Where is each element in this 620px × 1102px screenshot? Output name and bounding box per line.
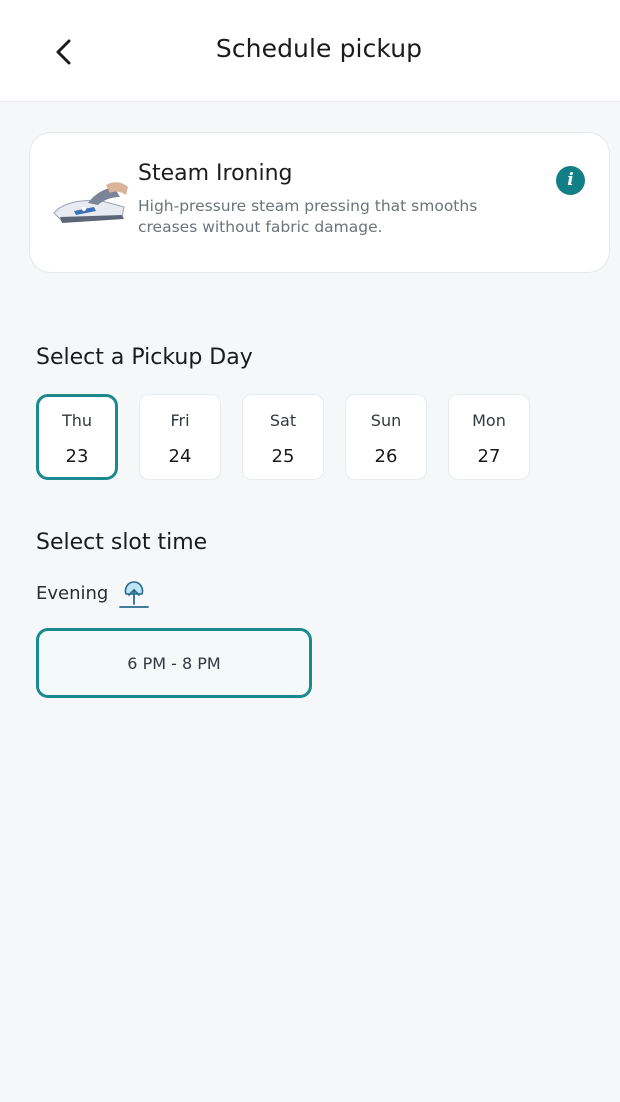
day-name: Sat	[269, 411, 297, 430]
service-name: Steam Ironing	[138, 161, 293, 186]
service-card: Steam Ironing High-pressure steam pressi…	[29, 132, 610, 273]
pickup-day-title: Select a Pickup Day	[36, 345, 253, 370]
day-name: Mon	[472, 411, 506, 430]
day-option-thu[interactable]: Thu 23	[36, 394, 118, 480]
service-description: High-pressure steam pressing that smooth…	[138, 197, 478, 236]
day-date: 24	[168, 446, 192, 467]
time-slot-6pm-8pm[interactable]: 6 PM - 8 PM	[36, 628, 312, 698]
day-name: Fri	[170, 411, 190, 430]
period-label: Evening	[36, 583, 109, 604]
day-option-fri[interactable]: Fri 24	[139, 394, 221, 480]
app-header: Schedule pickup	[0, 0, 620, 102]
day-option-sun[interactable]: Sun 26	[345, 394, 427, 480]
day-date: 27	[477, 446, 501, 467]
day-date: 25	[271, 446, 295, 467]
day-selector: Thu 23 Fri 24 Sat 25 Sun 26 Mon 27	[36, 394, 536, 484]
steam-iron-image	[53, 182, 128, 223]
day-name: Thu	[61, 411, 93, 430]
page-title: Schedule pickup	[215, 34, 423, 63]
sunset-icon	[119, 581, 149, 608]
slot-time-title: Select slot time	[36, 530, 208, 555]
time-slot-label: 6 PM - 8 PM	[127, 653, 221, 673]
day-option-mon[interactable]: Mon 27	[448, 394, 530, 480]
info-button[interactable]: i	[556, 166, 585, 195]
day-name: Sun	[370, 411, 402, 430]
info-icon: i	[567, 170, 574, 190]
day-date: 23	[65, 446, 89, 467]
day-date: 26	[374, 446, 398, 467]
day-option-sat[interactable]: Sat 25	[242, 394, 324, 480]
